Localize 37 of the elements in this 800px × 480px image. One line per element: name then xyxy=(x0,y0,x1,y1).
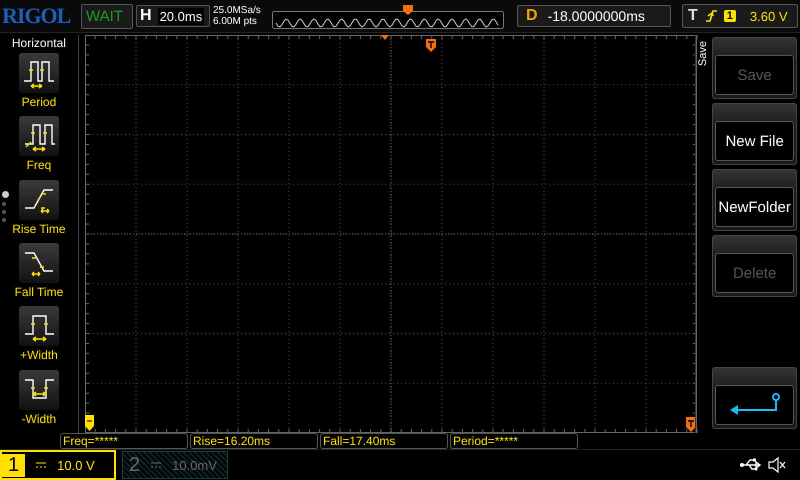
horizontal-label: H xyxy=(140,7,152,25)
return-arrow-icon xyxy=(728,392,782,418)
measure-button[interactable]: Rise Time xyxy=(12,180,66,243)
sample-rate: 25.0MSa/s xyxy=(213,5,262,16)
channel-tab[interactable]: 2 10.0mV xyxy=(122,451,228,479)
measurement-readout: Period=***** xyxy=(450,433,578,449)
timebase-value: 20.0ms xyxy=(158,8,204,24)
run-status: WAIT xyxy=(81,4,133,28)
channel-marker-icon xyxy=(84,415,94,431)
back-button[interactable] xyxy=(715,385,794,425)
trigger-source: 1 xyxy=(724,10,736,22)
trigger-level: 3.60 V xyxy=(750,8,788,24)
menu-title: Save xyxy=(697,41,710,66)
rising-edge-icon xyxy=(704,8,718,24)
menu-title: Horizontal xyxy=(12,36,66,50)
page-indicator-dot[interactable] xyxy=(2,218,6,222)
softkey-button[interactable]: NewFolder xyxy=(715,187,794,227)
dc-coupling-icon xyxy=(150,461,162,469)
delay-label: D xyxy=(526,7,538,25)
usb-icon xyxy=(740,457,762,473)
center-marker-icon xyxy=(380,35,389,40)
dc-coupling-icon xyxy=(35,461,48,469)
trigger-label: T xyxy=(688,7,698,25)
page-indicator-dot[interactable] xyxy=(2,191,9,198)
measurement-readout: Fall=17.40ms xyxy=(320,433,448,449)
brand-logo: RIGOL xyxy=(2,3,72,29)
page-indicator-dot[interactable] xyxy=(2,210,6,214)
softkey-button[interactable]: New File xyxy=(715,121,794,161)
measurement-readout: Rise=16.20ms xyxy=(190,433,318,449)
trigger-position-icon xyxy=(426,39,436,52)
mute-icon xyxy=(768,456,786,474)
channel-tab[interactable]: 1 10.0 V xyxy=(0,450,116,480)
trigger-level-icon xyxy=(686,417,696,432)
page-indicator-dot[interactable] xyxy=(2,202,6,206)
delay-value: -18.0000000ms xyxy=(548,8,645,24)
measurement-readout: Freq=***** xyxy=(60,433,188,449)
memory-depth: 6.00M pts xyxy=(213,16,258,27)
